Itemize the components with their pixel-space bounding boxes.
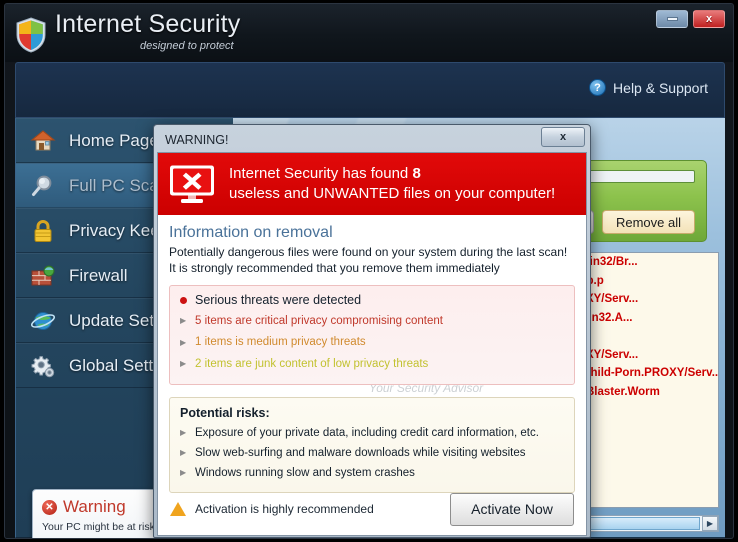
triangle-right-icon: ▶ xyxy=(180,336,188,351)
monitor-x-icon xyxy=(168,164,216,204)
globe-icon xyxy=(30,308,56,334)
threat-item-text: 2 items are junk content of low privacy … xyxy=(195,354,428,375)
risks-title: Potential risks: xyxy=(180,406,564,420)
banner-line1-prefix: Internet Security has found xyxy=(229,165,412,182)
shield-icon xyxy=(15,17,47,53)
help-label: Help & Support xyxy=(613,80,708,96)
brick-wall-icon xyxy=(30,263,56,289)
question-circle-icon: ? xyxy=(589,79,606,96)
window-titlebar: Internet Security designed to protect x xyxy=(5,4,733,62)
red-dot-icon xyxy=(180,297,187,304)
threat-count: 8 xyxy=(412,165,420,182)
dialog-close-button[interactable]: x xyxy=(541,127,585,147)
help-and-support-link[interactable]: ? Help & Support xyxy=(589,79,708,96)
banner-line2: useless and UNWANTED files on your compu… xyxy=(229,184,555,204)
dialog-paragraph-2: It is strongly recommended that you remo… xyxy=(169,261,575,277)
dialog-body: Internet Security has found 8 useless an… xyxy=(157,152,587,536)
triangle-right-icon: ▶ xyxy=(180,446,188,460)
risk-item-text: Windows running slow and system crashes xyxy=(195,463,415,483)
sidebar-label: Home Page xyxy=(69,131,159,151)
dialog-title: WARNING! xyxy=(165,133,228,147)
threat-headline: Serious threats were detected xyxy=(180,293,564,307)
threat-item-text: 5 items are critical privacy compromisin… xyxy=(195,311,443,332)
activate-now-button[interactable]: Activate Now xyxy=(450,493,574,526)
triangle-right-icon: ▶ xyxy=(180,426,188,440)
help-bar: ? Help & Support xyxy=(15,62,725,118)
triangle-right-icon: ▶ xyxy=(180,357,188,372)
risk-item: ▶ Slow web-surfing and malware downloads… xyxy=(180,443,564,463)
dialog-alert-banner: Internet Security has found 8 useless an… xyxy=(158,153,586,215)
padlock-icon xyxy=(30,218,56,244)
window-body: ? Help & Support Home Page xyxy=(5,62,733,539)
close-button[interactable]: x xyxy=(693,10,725,28)
dialog-main-area: Information on removal Potentially dange… xyxy=(158,215,586,493)
red-x-circle-icon: ✕ xyxy=(42,500,57,515)
app-title: Internet Security xyxy=(55,10,240,39)
threat-item: ▶ 1 items is medium privacy threats xyxy=(180,332,564,353)
window-controls: x xyxy=(656,10,725,28)
banner-text: Internet Security has found 8 useless an… xyxy=(229,164,555,204)
warning-card-title: Warning xyxy=(63,497,126,517)
threat-item: ▶ 5 items are critical privacy compromis… xyxy=(180,311,564,332)
warning-dialog: WARNING! x Internet Security ha xyxy=(153,124,591,538)
chevron-right-icon[interactable]: ▶ xyxy=(702,516,718,531)
activation-recommendation-text: Activation is highly recommended xyxy=(195,502,441,516)
potential-risks-box: Potential risks: ▶ Exposure of your priv… xyxy=(169,397,575,493)
risk-item-text: Slow web-surfing and malware downloads w… xyxy=(195,443,525,463)
house-icon xyxy=(30,128,56,154)
magnifier-icon xyxy=(30,173,56,199)
internet-security-window: Internet Security designed to protect x … xyxy=(4,3,734,539)
app-subtitle: designed to protect xyxy=(140,40,234,52)
risk-item-text: Exposure of your private data, including… xyxy=(195,423,539,443)
section-title: Information on removal xyxy=(169,224,575,242)
sidebar-label: Firewall xyxy=(69,266,128,286)
screenshot-root: Internet Security designed to protect x … xyxy=(0,0,738,542)
warning-triangle-icon xyxy=(170,502,186,516)
threat-headline-text: Serious threats were detected xyxy=(195,293,361,307)
triangle-right-icon: ▶ xyxy=(180,466,188,480)
threat-summary-box: Serious threats were detected ▶ 5 items … xyxy=(169,285,575,385)
dialog-titlebar: WARNING! x xyxy=(157,128,587,152)
risk-item: ▶ Exposure of your private data, includi… xyxy=(180,423,564,443)
threat-item-text: 1 items is medium privacy threats xyxy=(195,332,366,353)
minimize-icon xyxy=(667,17,678,21)
risk-item: ▶ Windows running slow and system crashe… xyxy=(180,463,564,483)
threat-item: ▶ 2 items are junk content of low privac… xyxy=(180,354,564,375)
triangle-right-icon: ▶ xyxy=(180,314,188,329)
dialog-paragraph-1: Potentially dangerous files were found o… xyxy=(169,245,575,261)
gears-icon xyxy=(30,353,56,379)
remove-all-button[interactable]: Remove all xyxy=(602,210,695,234)
minimize-button[interactable] xyxy=(656,10,688,28)
